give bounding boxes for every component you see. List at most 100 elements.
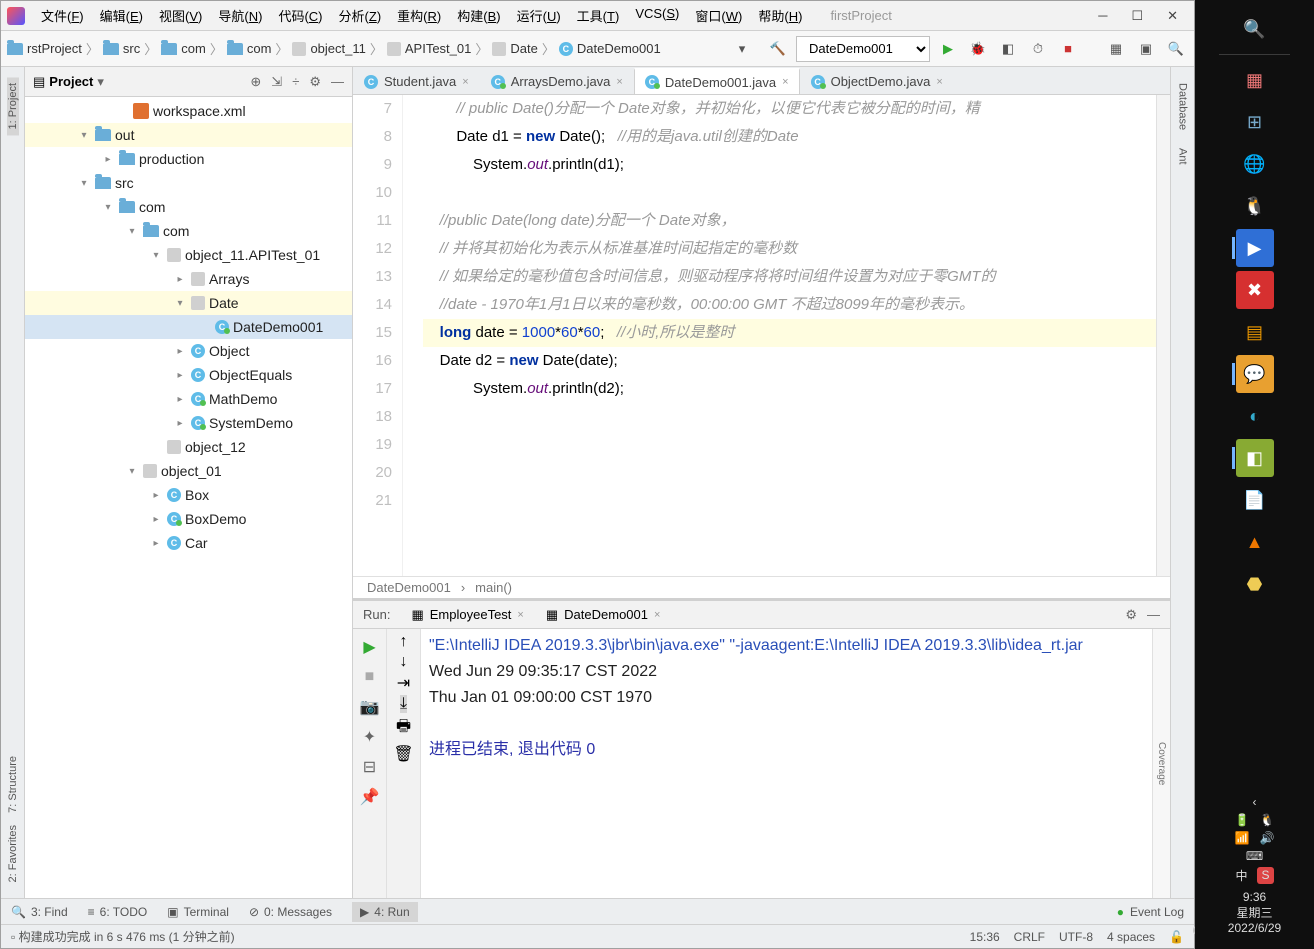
tree-row[interactable]: ▸CBoxDemo — [25, 507, 352, 531]
menu-item[interactable]: 构建(B) — [449, 4, 508, 27]
breadcrumb-item[interactable]: Date — [492, 41, 537, 56]
run-icon[interactable]: ▶ — [936, 37, 960, 61]
camera-icon[interactable]: 📷 — [356, 693, 384, 721]
windows-taskbar[interactable]: 🔍 ▦ ⊞ 🌐 🐧 ▶ ✖ ▤ 💬 ◐ ◧ 📄 ▲ ⬣ ‹ 🔋🐧 📶🔊 ⌨ 中S… — [1195, 0, 1314, 949]
search-taskbar-icon[interactable]: 🔍 — [1236, 10, 1274, 48]
app-icon-red[interactable]: ✖ — [1236, 271, 1274, 309]
breadcrumb-item[interactable]: APITest_01 — [387, 41, 472, 56]
menu-item[interactable]: 窗口(W) — [687, 4, 750, 27]
ant-tool-button[interactable]: Ant — [1177, 142, 1189, 171]
tree-row[interactable]: ▾com — [25, 219, 352, 243]
breadcrumb-item[interactable]: com — [227, 41, 272, 56]
breadcrumb-item[interactable]: CDateDemo001 — [559, 41, 661, 56]
volume-icon[interactable]: 🔊 — [1259, 831, 1274, 845]
expand-icon[interactable]: ⇲ — [271, 74, 282, 90]
calculator-icon[interactable]: ⊞ — [1236, 103, 1274, 141]
down-icon[interactable]: ↓ — [400, 653, 408, 671]
profile-icon[interactable]: ⏱ — [1026, 37, 1050, 61]
battery-icon[interactable]: 🔋 — [1235, 813, 1250, 827]
editor-tab[interactable]: CArraysDemo.java× — [480, 68, 634, 94]
coverage-tool-button[interactable]: Coverage — [1152, 629, 1170, 898]
run-tab-datedemo[interactable]: ▦DateDemo001× — [535, 604, 672, 626]
breadcrumb-item[interactable]: object_11 — [292, 41, 365, 56]
ide-window[interactable]: 文件(F)编辑(E)视图(V)导航(N)代码(C)分析(Z)重构(R)构建(B)… — [0, 0, 1195, 949]
tree-row[interactable]: ▾out — [25, 123, 352, 147]
breadcrumb-item[interactable]: com — [161, 41, 206, 56]
nav-down-icon[interactable]: ▾ — [730, 37, 754, 61]
close-tab-icon[interactable]: × — [782, 76, 788, 88]
tree-row[interactable]: ▾src — [25, 171, 352, 195]
scroll-icon[interactable]: ⤓ — [400, 695, 407, 713]
run-tab-employee[interactable]: ▦EmployeeTest× — [400, 604, 534, 626]
menu-item[interactable]: 编辑(E) — [92, 4, 151, 27]
structure-tool-button[interactable]: 7: Structure — [7, 750, 19, 819]
qq-icon[interactable]: 🐧 — [1236, 187, 1274, 225]
wifi-icon[interactable]: 📶 — [1235, 831, 1250, 845]
menu-item[interactable]: 文件(F) — [33, 4, 92, 27]
minimize-icon[interactable]: ─ — [1098, 8, 1107, 24]
close-tab-icon[interactable]: × — [936, 76, 942, 88]
lock-icon[interactable]: 🔓 — [1169, 930, 1184, 944]
notepad-icon[interactable]: 📄 — [1236, 481, 1274, 519]
close-tab-icon[interactable]: × — [616, 76, 622, 88]
ime-indicator[interactable]: 中 — [1235, 867, 1247, 884]
rerun-icon[interactable]: ▶ — [356, 633, 384, 661]
favorites-tool-button[interactable]: 2: Favorites — [7, 819, 19, 888]
intellij-icon[interactable]: ◧ — [1236, 439, 1274, 477]
tree-row[interactable]: object_12 — [25, 435, 352, 459]
clock-time[interactable]: 9:36 — [1228, 890, 1281, 904]
menu-item[interactable]: VCS(S) — [627, 4, 687, 27]
wrap-icon[interactable]: ⇥ — [397, 673, 410, 693]
print-icon[interactable]: 🖶 — [396, 715, 411, 742]
tree-row[interactable]: ▾object_11.APITest_01 — [25, 243, 352, 267]
breadcrumb-item[interactable]: rstProject — [7, 41, 82, 56]
code-editor[interactable]: 789101112131415161718192021 // public Da… — [353, 95, 1170, 576]
terminal-tool-button[interactable]: ▣ Terminal — [167, 905, 229, 919]
menu-item[interactable]: 重构(R) — [389, 4, 449, 27]
tree-row[interactable]: ▸CBox — [25, 483, 352, 507]
tree-row[interactable]: ▸CObjectEquals — [25, 363, 352, 387]
debug-icon[interactable]: 🐞 — [966, 37, 990, 61]
breadcrumb[interactable]: rstProject〉src〉com〉com〉object_11〉APITest… — [7, 39, 730, 58]
menu-item[interactable]: 视图(V) — [151, 4, 210, 27]
up-icon[interactable]: ↑ — [400, 633, 408, 651]
indent[interactable]: 4 spaces — [1107, 930, 1155, 944]
editor-tabs[interactable]: CStudent.java×CArraysDemo.java×CDateDemo… — [353, 67, 1170, 95]
breadcrumb-item[interactable]: src — [103, 41, 140, 56]
find-tool-button[interactable]: 🔍 3: Find — [11, 905, 68, 919]
stop-icon[interactable]: ■ — [1056, 37, 1080, 61]
layout-icon[interactable]: ▦ — [1104, 37, 1128, 61]
menu-item[interactable]: 工具(T) — [569, 4, 628, 27]
app-icon-1[interactable]: ▦ — [1236, 61, 1274, 99]
run-hide-icon[interactable]: — — [1147, 607, 1160, 623]
menu-item[interactable]: 运行(U) — [509, 4, 569, 27]
run-config-select[interactable]: DateDemo001 — [796, 36, 930, 62]
event-log-button[interactable]: ●Event Log — [1117, 905, 1184, 919]
tree-row[interactable]: ▸CMathDemo — [25, 387, 352, 411]
tree-row[interactable]: ▸CSystemDemo — [25, 411, 352, 435]
messages-tool-button[interactable]: ⊘ 0: Messages — [249, 905, 332, 919]
stop-run-icon[interactable]: ■ — [356, 663, 384, 691]
app-icon-last[interactable]: ⬣ — [1236, 565, 1274, 603]
cursor-position[interactable]: 15:36 — [970, 930, 1000, 944]
menu-item[interactable]: 分析(Z) — [331, 4, 390, 27]
editor-tab[interactable]: CObjectDemo.java× — [800, 68, 954, 94]
system-tray[interactable]: ‹ 🔋🐧 📶🔊 ⌨ 中S 9:36 星期三 2022/6/29 — [1228, 791, 1281, 941]
editor-tab[interactable]: CDateDemo001.java× — [634, 68, 800, 94]
line-ending[interactable]: CRLF — [1014, 930, 1045, 944]
robot-icon[interactable]: ✦ — [356, 723, 384, 751]
gear-icon[interactable]: ⚙ — [309, 74, 321, 90]
encoding[interactable]: UTF-8 — [1059, 930, 1093, 944]
search-icon[interactable]: 🔍 — [1164, 37, 1188, 61]
tree-row[interactable]: ▾Date — [25, 291, 352, 315]
coverage-icon[interactable]: ◧ — [996, 37, 1020, 61]
collapse-icon[interactable]: ÷ — [292, 74, 299, 90]
console-output[interactable]: "E:\IntelliJ IDEA 2019.3.3\jbr\bin\java.… — [421, 629, 1152, 898]
close-icon[interactable]: ✕ — [1167, 8, 1178, 24]
tree-row[interactable]: ▸CObject — [25, 339, 352, 363]
editor-breadcrumb[interactable]: DateDemo001›main() — [353, 576, 1170, 598]
app-icon-blue[interactable]: ▶ — [1236, 229, 1274, 267]
maximize-icon[interactable]: ☐ — [1131, 8, 1143, 24]
select-opened-icon[interactable]: ⊕ — [250, 74, 261, 90]
chrome-icon[interactable]: 🌐 — [1236, 145, 1274, 183]
